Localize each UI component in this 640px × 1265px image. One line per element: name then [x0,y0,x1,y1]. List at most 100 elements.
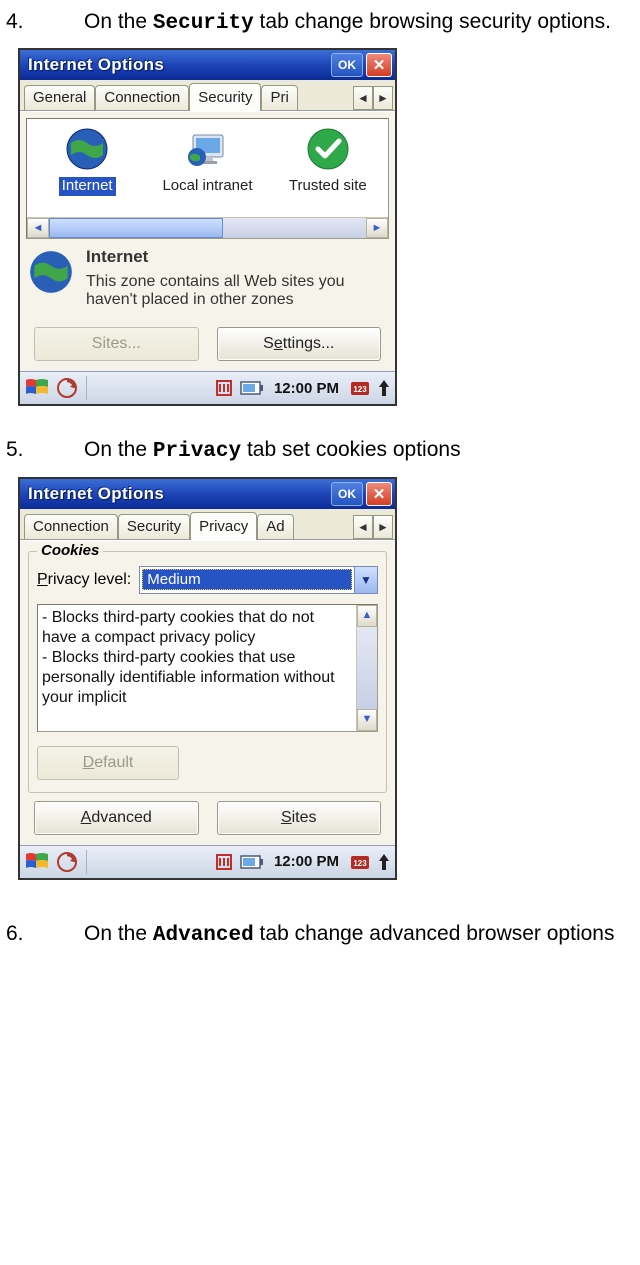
sites-u: S [281,809,292,827]
default-button: Default [37,746,179,780]
start-flag-icon[interactable] [24,851,50,873]
adv-u: A [81,809,92,827]
privacy-level-label: Privacy level: [37,571,131,589]
scroll-track[interactable] [49,218,366,238]
zone-trusted-label: Trusted site [286,177,370,196]
zone-internet-label: Internet [59,177,116,196]
tab-scroll-left[interactable]: ◄ [353,86,373,110]
keyboard-icon[interactable]: 123 [349,852,371,872]
tab-privacy[interactable]: Privacy [190,512,257,540]
scroll-left-icon[interactable]: ◄ [27,218,49,238]
sites-post: ites [292,809,317,827]
scroll-thumb[interactable] [49,218,223,238]
privacy-level-row: Privacy level: Medium ▼ [37,566,378,594]
globe-icon [63,125,111,173]
zone-h-scrollbar[interactable]: ◄ ► [27,217,388,238]
zone-local-intranet[interactable]: Local intranet [152,125,262,196]
tab-scroll-right[interactable]: ► [373,86,393,110]
tab-scroll-right[interactable]: ► [373,515,393,539]
globe-icon [26,247,76,297]
step-4-post: tab change browsing security options. [254,10,611,33]
close-button[interactable]: ✕ [366,482,392,506]
sites-button[interactable]: Sites [217,801,382,835]
sync-icon[interactable] [56,851,78,873]
step-6-pre: On the [84,922,153,945]
tab-scroll-left[interactable]: ◄ [353,515,373,539]
zone-desc-text: This zone contains all Web sites you hav… [86,273,389,309]
scroll-up-icon[interactable]: ▲ [357,605,377,627]
battery-icon [240,855,264,869]
titlebar: Internet Options OK ✕ [20,479,395,509]
step-5-pre: On the [84,438,153,461]
step-5-bold: Privacy [153,440,241,463]
keyboard-icon[interactable]: 123 [349,378,371,398]
ok-button[interactable]: OK [331,482,363,506]
step-6-num: 6. [6,920,84,948]
step-4-body: On the Security tab change browsing secu… [84,8,634,38]
tab-advanced-cut[interactable]: Ad [257,514,293,539]
titlebar: Internet Options OK ✕ [20,50,395,80]
window-title: Internet Options [28,484,331,504]
battery-icon [240,381,264,395]
check-circle-icon [304,125,352,173]
step-5-body: On the Privacy tab set cookies options [84,436,634,466]
privacy-buttons: Advanced Sites [26,801,389,835]
privacy-description-text: - Blocks third-party cookies that do not… [38,605,356,731]
default-post: efault [94,754,133,772]
settings-u: e [274,335,283,353]
window-title: Internet Options [28,55,331,75]
taskbar-divider [86,376,87,400]
taskbar: 12:00 PM 123 [20,371,395,404]
step-6-body: On the Advanced tab change advanced brow… [84,920,634,950]
arrow-up-icon[interactable] [377,378,391,398]
tab-privacy-cut[interactable]: Pri [261,85,297,110]
step-6-text: 6. On the Advanced tab change advanced b… [6,920,634,950]
privacy-description-box: - Blocks third-party cookies that do not… [37,604,378,732]
tab-strip: General Connection Security Pri ◄ ► [20,80,395,111]
label-u: P [37,571,48,588]
step-5-num: 5. [6,436,84,464]
advanced-button[interactable]: Advanced [34,801,199,835]
clock-text: 12:00 PM [274,853,339,870]
taskbar: 12:00 PM 123 [20,845,395,878]
label-post: rivacy level: [48,571,132,588]
screenshot-privacy: Internet Options OK ✕ Connection Securit… [18,477,397,880]
tab-connection[interactable]: Connection [24,514,118,539]
sites-button: Sites... [34,327,199,361]
step-6-bold: Advanced [153,924,254,947]
tab-general[interactable]: General [24,85,95,110]
step-4-pre: On the [84,10,153,33]
settings-button[interactable]: Settings... [217,327,382,361]
screenshot-security: Internet Options OK ✕ General Connection… [18,48,397,406]
scroll-down-icon[interactable]: ▼ [357,709,377,731]
step-6-post: tab change advanced browser options [254,922,615,945]
v-scrollbar[interactable]: ▲ ▼ [356,605,377,731]
tab-security[interactable]: Security [189,83,261,111]
clock-text: 12:00 PM [274,380,339,397]
tab-security[interactable]: Security [118,514,190,539]
cookies-title: Cookies [37,542,103,559]
default-row: Default [37,746,378,780]
chevron-down-icon[interactable]: ▼ [354,567,377,593]
step-4-num: 4. [6,8,84,36]
tab-connection[interactable]: Connection [95,85,189,110]
zone-internet[interactable]: Internet [32,125,142,196]
ok-button[interactable]: OK [331,53,363,77]
close-button[interactable]: ✕ [366,53,392,77]
start-flag-icon[interactable] [24,377,50,399]
privacy-level-combo[interactable]: Medium ▼ [139,566,378,594]
tab-strip: Connection Security Privacy Ad ◄ ► [20,509,395,540]
tab-scroll: ◄ ► [353,86,393,110]
security-panel: Internet Local intranet [20,111,395,371]
zone-trusted-sites[interactable]: Trusted site [273,125,383,196]
security-buttons: Sites... Settings... [26,327,389,361]
arrow-up-icon[interactable] [377,852,391,872]
adv-post: dvanced [91,809,152,827]
zone-description: Internet This zone contains all Web site… [26,247,389,309]
scroll-right-icon[interactable]: ► [366,218,388,238]
default-u: D [83,754,95,772]
step-4-bold: Security [153,12,254,35]
zone-title: Internet [86,247,389,267]
sync-icon[interactable] [56,377,78,399]
scroll-track[interactable] [357,627,377,709]
